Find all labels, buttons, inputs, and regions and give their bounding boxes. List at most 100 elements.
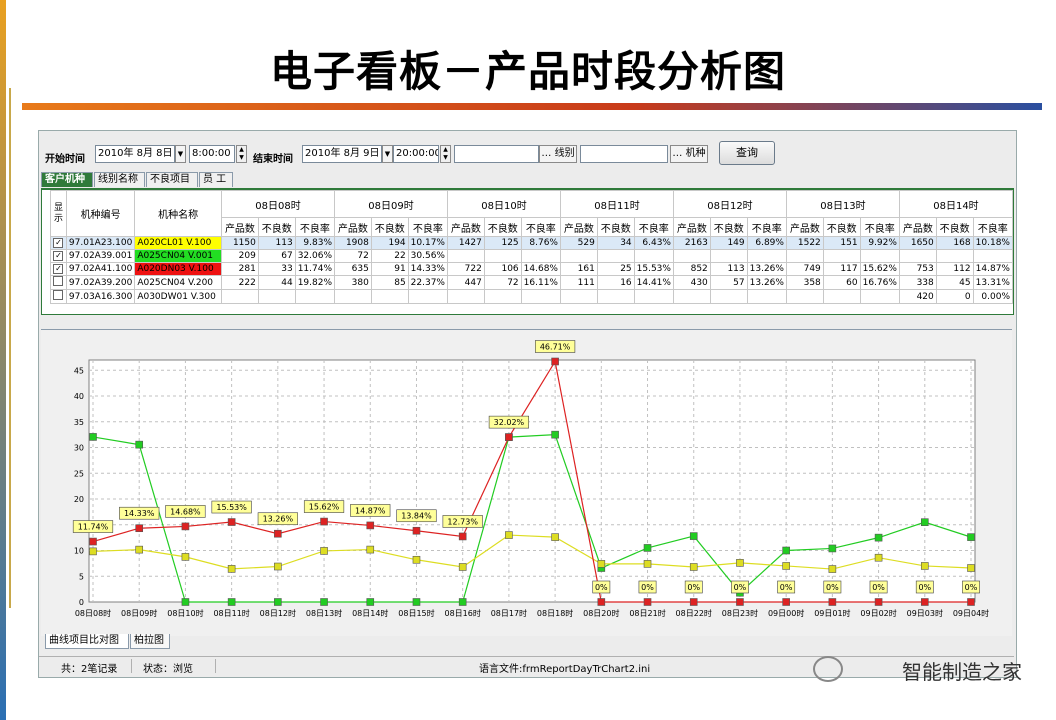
status-divider (131, 659, 132, 673)
table-cell: 635 (334, 262, 372, 276)
status-state: 状态：浏览 (143, 664, 193, 675)
end-date-picker[interactable]: 2010年 8月 9日 (302, 145, 382, 163)
sub-header: 产品数 (221, 217, 259, 237)
table-cell: 0.00% (972, 289, 1014, 304)
table-cell: 1908 (334, 236, 372, 250)
tab-curve-compare[interactable]: 曲线项目比对图 (45, 634, 129, 649)
x-tick-label: 09日03时 (907, 608, 943, 618)
series-point (320, 598, 328, 606)
data-label: 0% (641, 583, 654, 592)
period-header: 08日10时 (447, 190, 561, 218)
machine-code: 97.02A41.100 (65, 262, 136, 276)
x-tick-label: 09日02时 (860, 608, 896, 618)
table-cell (935, 249, 974, 263)
table-cell: 16.11% (520, 275, 561, 290)
tab-staff[interactable]: 员 工 (199, 172, 233, 187)
series-point (874, 598, 883, 606)
machine-filter-input[interactable] (580, 145, 668, 163)
row-checkbox[interactable] (50, 289, 67, 304)
watermark-text: 智能制造之家 (902, 660, 1022, 684)
end-date-dropdown-icon[interactable]: ▼ (382, 145, 393, 163)
x-tick-label: 08日11时 (213, 608, 249, 618)
series-point (782, 562, 790, 570)
series-point (274, 598, 282, 606)
row-checkbox[interactable] (50, 275, 67, 290)
table-cell (559, 249, 598, 263)
table-row[interactable]: ✓ 97.01A23.100 A020CL01 V.100 1150 113 9.83% 1… (50, 236, 1014, 250)
table-cell: 14.33% (407, 262, 449, 276)
start-time-input[interactable]: 8:00:00 (189, 145, 235, 163)
data-label: 0% (734, 583, 747, 592)
data-label: 15.62% (309, 503, 340, 512)
tab-line-name[interactable]: 线别名称 (94, 172, 145, 187)
start-time-spinner[interactable]: ▲ ▼ (236, 145, 247, 163)
series-point (227, 518, 236, 526)
start-date-picker[interactable]: 2010年 8月 8日 (95, 145, 175, 163)
y-tick-label: 30 (74, 444, 84, 453)
table-cell: 113 (709, 262, 748, 276)
row-checkbox[interactable]: ✓ (50, 236, 67, 250)
slide-accent-line (9, 88, 11, 608)
machine-code: 97.03A16.300 (65, 289, 136, 304)
table-row[interactable]: ✓ 97.02A39.001 A025CN04 V.001 209 67 32.06% 72… (50, 249, 1014, 263)
table-cell: 19.82% (294, 275, 336, 290)
table-cell (407, 289, 449, 304)
series-point (227, 598, 236, 606)
sub-header: 产品数 (559, 217, 598, 237)
table-cell: 6.43% (633, 236, 674, 250)
series-point (89, 547, 97, 556)
period-header: 08日14时 (898, 190, 1014, 218)
status-divider (215, 659, 216, 673)
trend-chart: 05101520253035404508日08时08日09时08日10时08日1… (41, 329, 1012, 636)
line-filter-input[interactable] (454, 145, 539, 163)
end-time-spinner[interactable]: ▲ ▼ (440, 145, 451, 163)
series-point (643, 560, 652, 568)
series-point (274, 562, 282, 571)
table-cell: 44 (257, 275, 296, 290)
period-header: 08日13时 (785, 190, 900, 218)
data-label: 46.71% (540, 342, 571, 351)
wechat-icon (813, 656, 843, 682)
table-cell: 67 (257, 249, 296, 263)
series-point (967, 598, 975, 606)
series-point (967, 564, 975, 572)
machine-name: A020DN03 V.100 (134, 262, 223, 276)
machine-name: A025CN04 V.200 (134, 275, 223, 290)
table-cell: 22.37% (407, 275, 449, 290)
table-row[interactable]: ✓ 97.02A41.100 A020DN03 V.100 281 33 11.74% 63… (50, 262, 1014, 276)
tab-defect-item[interactable]: 不良项目 (146, 172, 198, 187)
sub-header: 不良数 (822, 217, 861, 237)
table-cell: 447 (447, 275, 485, 290)
table-cell: 753 (898, 262, 937, 276)
table-cell: 10.17% (407, 236, 449, 250)
query-button[interactable]: 查询 (719, 141, 775, 165)
checkbox-icon[interactable] (53, 276, 64, 286)
table-cell: 113 (257, 236, 296, 250)
series-point (828, 598, 837, 606)
series-point (181, 553, 190, 561)
checkbox-icon[interactable]: ✓ (53, 251, 64, 261)
sub-header: 产品数 (447, 217, 485, 237)
checkbox-icon[interactable]: ✓ (53, 238, 64, 248)
row-checkbox[interactable]: ✓ (50, 249, 67, 263)
data-label: 0% (918, 583, 931, 592)
table-cell: 15.53% (633, 262, 674, 276)
table-row[interactable]: 97.02A39.200 A025CN04 V.200 222 44 19.82% 380… (50, 275, 1014, 290)
checkbox-icon[interactable]: ✓ (53, 264, 64, 274)
table-cell (483, 249, 522, 263)
tab-pareto[interactable]: 柏拉图 (130, 634, 170, 649)
machine-select-button[interactable]: … 机种 (670, 145, 708, 163)
table-row[interactable]: 97.03A16.300 A030DW01 V.300 420 0 0.00% (50, 289, 1014, 304)
row-checkbox[interactable]: ✓ (50, 262, 67, 276)
table-cell: 106 (483, 262, 522, 276)
checkbox-icon[interactable] (53, 290, 64, 300)
start-date-dropdown-icon[interactable]: ▼ (175, 145, 186, 163)
series-point (967, 533, 975, 541)
end-time-input[interactable]: 20:00:00 (393, 145, 439, 163)
table-cell: 13.26% (746, 262, 787, 276)
tab-customer-model[interactable]: 客户机种 (41, 172, 93, 187)
series-point (782, 598, 790, 606)
series-point (135, 524, 144, 533)
table-cell: 749 (785, 262, 824, 276)
line-select-button[interactable]: … 线别 (539, 145, 577, 163)
